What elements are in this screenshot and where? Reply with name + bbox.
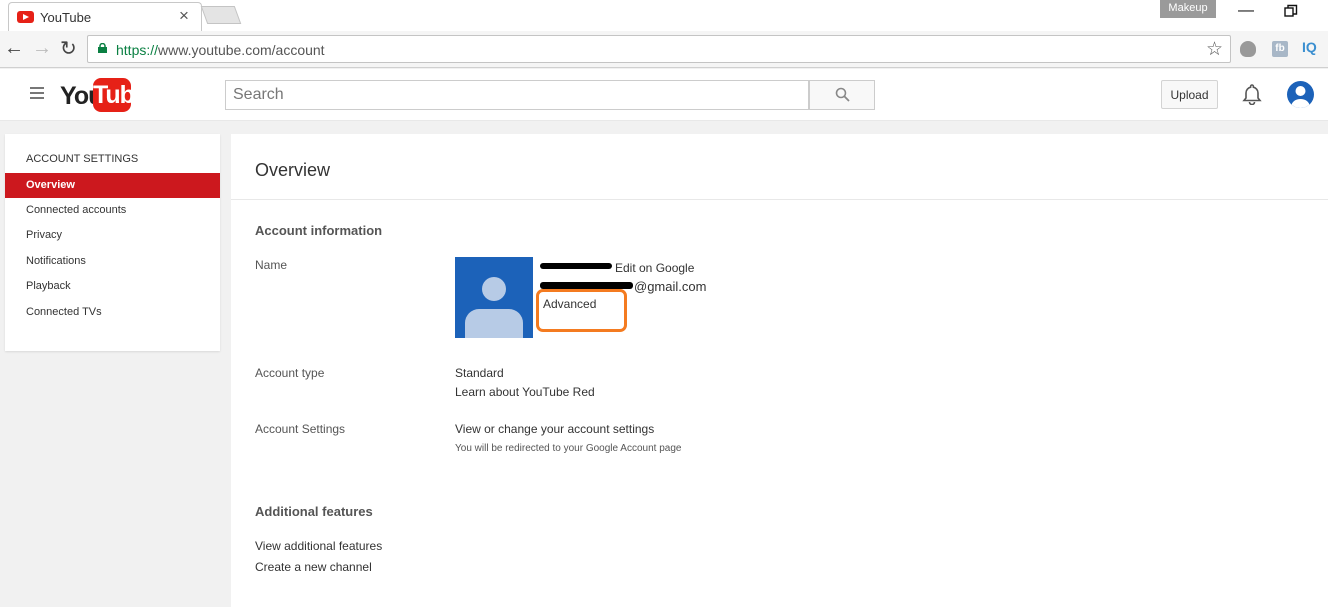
forward-arrow-icon[interactable]: → bbox=[32, 37, 52, 60]
url-text: https://www.youtube.com/account bbox=[116, 42, 325, 58]
shield-extension-icon[interactable] bbox=[1240, 41, 1256, 57]
restore-window-icon[interactable] bbox=[1284, 4, 1298, 18]
main-content: Overview Account information Name Edit o… bbox=[231, 134, 1328, 607]
view-additional-features-link[interactable]: View additional features bbox=[255, 539, 382, 553]
person-icon bbox=[1291, 86, 1310, 108]
additional-features-heading: Additional features bbox=[255, 504, 373, 519]
highlight-annotation bbox=[536, 289, 627, 332]
name-label: Name bbox=[255, 258, 288, 272]
account-avatar[interactable] bbox=[1287, 81, 1314, 108]
upload-button[interactable]: Upload bbox=[1161, 80, 1218, 109]
search-button[interactable] bbox=[809, 80, 875, 110]
browser-tab[interactable]: YouTube × bbox=[8, 2, 202, 31]
sidebar-heading: ACCOUNT SETTINGS bbox=[26, 153, 139, 165]
person-icon bbox=[465, 277, 523, 338]
sidebar-item-notifications[interactable]: Notifications bbox=[5, 249, 220, 274]
reload-icon[interactable]: ↻ bbox=[60, 36, 77, 61]
minimize-icon[interactable]: — bbox=[1238, 2, 1254, 20]
account-type-value: Standard bbox=[455, 366, 504, 380]
new-tab-button[interactable] bbox=[200, 6, 242, 24]
search-icon bbox=[835, 87, 850, 102]
account-settings-sidebar: ACCOUNT SETTINGS Overview Connected acco… bbox=[5, 134, 220, 351]
youtube-favicon-icon bbox=[17, 11, 34, 23]
account-settings-label: Account Settings bbox=[255, 422, 346, 436]
tab-title: YouTube bbox=[40, 10, 92, 25]
url-path: www.youtube.com/account bbox=[158, 42, 325, 58]
learn-about-youtube-red-link[interactable]: Learn about YouTube Red bbox=[455, 385, 595, 399]
redirect-note: You will be redirected to your Google Ac… bbox=[455, 443, 682, 454]
url-scheme: https:// bbox=[116, 42, 159, 58]
email-suffix: @gmail.com bbox=[634, 279, 707, 294]
redacted-name bbox=[540, 263, 612, 269]
notifications-bell-icon[interactable] bbox=[1241, 83, 1263, 105]
account-type-label: Account type bbox=[255, 366, 325, 380]
hamburger-menu-icon[interactable] bbox=[30, 87, 44, 99]
iq-extension-icon[interactable]: IQ bbox=[1302, 39, 1317, 55]
lock-icon bbox=[98, 43, 107, 53]
change-account-settings-link[interactable]: View or change your account settings bbox=[455, 422, 654, 436]
sidebar-item-connected-tvs[interactable]: Connected TVs bbox=[5, 300, 220, 325]
account-information-heading: Account information bbox=[255, 223, 383, 238]
tab-close-icon[interactable]: × bbox=[179, 6, 189, 26]
logo-tube-text: Tube bbox=[93, 78, 148, 112]
divider bbox=[231, 199, 1328, 200]
profile-picture[interactable] bbox=[455, 257, 533, 338]
youtube-header: You Tube Upload bbox=[0, 69, 1328, 121]
page-title: Overview bbox=[255, 160, 331, 180]
create-channel-link[interactable]: Create a new channel bbox=[255, 560, 372, 574]
address-bar[interactable]: https://www.youtube.com/account ☆ bbox=[87, 35, 1231, 63]
browser-profile-button[interactable]: Makeup bbox=[1160, 0, 1216, 18]
sidebar-item-overview[interactable]: Overview bbox=[5, 173, 220, 198]
bookmark-star-icon[interactable]: ☆ bbox=[1206, 38, 1223, 61]
fb-extension-icon[interactable]: fb bbox=[1272, 41, 1288, 57]
edit-on-google-link[interactable]: Edit on Google bbox=[615, 261, 694, 275]
search-input[interactable] bbox=[225, 80, 809, 110]
browser-tab-strip: YouTube × Makeup — bbox=[0, 0, 1328, 31]
sidebar-item-connected-accounts[interactable]: Connected accounts bbox=[5, 198, 220, 223]
sidebar-item-playback[interactable]: Playback bbox=[5, 274, 220, 299]
sidebar-item-privacy[interactable]: Privacy bbox=[5, 223, 220, 248]
browser-toolbar: ← → ↻ https://www.youtube.com/account ☆ … bbox=[0, 31, 1328, 68]
redacted-email bbox=[540, 282, 633, 289]
back-arrow-icon[interactable]: ← bbox=[4, 37, 24, 60]
